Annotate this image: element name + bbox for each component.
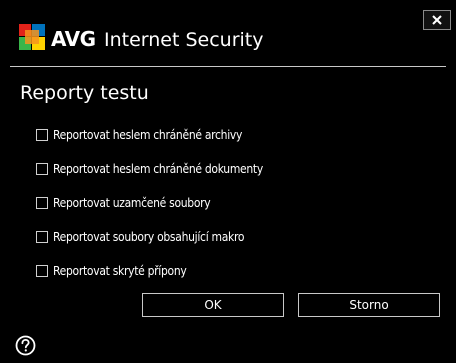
option-locked-files[interactable]: Reportovat uzamčené soubory (36, 186, 263, 220)
avg-logo-icon (19, 24, 45, 50)
checkbox[interactable] (36, 197, 48, 209)
checkbox[interactable] (36, 265, 48, 277)
ok-button[interactable]: OK (142, 293, 284, 317)
option-label: Reportovat uzamčené soubory (53, 196, 211, 210)
brand-name: AVG (51, 27, 96, 51)
option-label: Reportovat skryté přípony (53, 264, 187, 278)
avg-dialog-window: AVG Internet Security Reporty testu Repo… (0, 0, 456, 363)
dialog-heading: Reporty testu (20, 82, 149, 104)
close-icon (432, 15, 442, 25)
title-bar: AVG Internet Security (0, 0, 456, 66)
option-hidden-extensions[interactable]: Reportovat skryté přípony (36, 254, 263, 288)
close-button[interactable] (423, 10, 451, 30)
title-divider (10, 66, 446, 67)
help-icon[interactable] (15, 335, 36, 356)
product-name: Internet Security (104, 29, 264, 51)
checkbox[interactable] (36, 163, 48, 175)
options-list: Reportovat heslem chráněné archivy Repor… (36, 118, 263, 288)
checkbox[interactable] (36, 129, 48, 141)
option-protected-documents[interactable]: Reportovat heslem chráněné dokumenty (36, 152, 263, 186)
option-label: Reportovat heslem chráněné dokumenty (53, 162, 263, 176)
option-label: Reportovat soubory obsahující makro (53, 230, 245, 244)
option-label: Reportovat heslem chráněné archivy (53, 128, 243, 142)
cancel-button[interactable]: Storno (298, 293, 440, 317)
option-macro-files[interactable]: Reportovat soubory obsahující makro (36, 220, 263, 254)
option-protected-archives[interactable]: Reportovat heslem chráněné archivy (36, 118, 263, 152)
checkbox[interactable] (36, 231, 48, 243)
